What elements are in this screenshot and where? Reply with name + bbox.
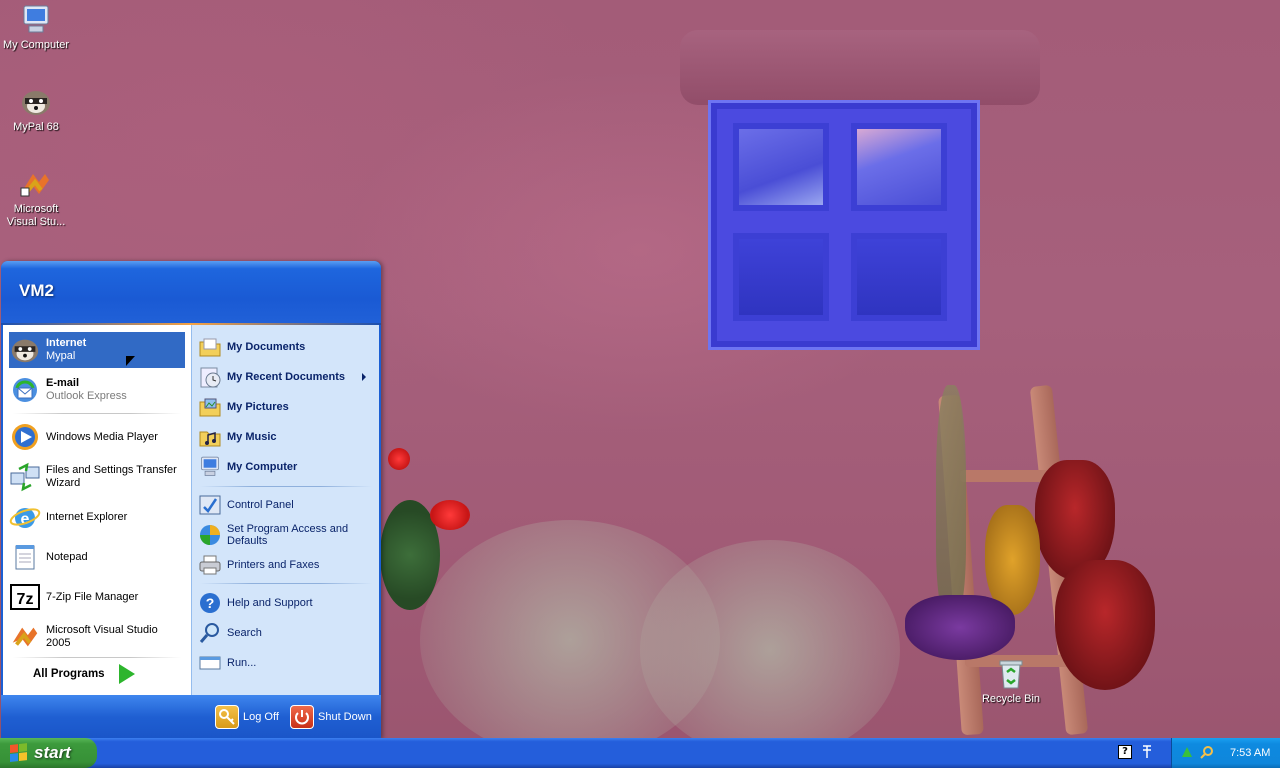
desktop-icon-recycle-bin[interactable]: Recycle Bin (975, 658, 1047, 706)
recent-documents-icon (198, 365, 222, 389)
recent-visual-studio-2005[interactable]: Microsoft Visual Studio 2005 (9, 619, 185, 655)
program-access-icon (198, 523, 222, 547)
place-my-music[interactable]: My Music (198, 423, 376, 451)
pinned-internet-mypal[interactable]: Internet Mypal (9, 332, 185, 368)
place-my-pictures[interactable]: My Pictures (198, 393, 376, 421)
computer-icon (198, 455, 222, 479)
visual-studio-icon (19, 168, 53, 200)
desktop-icon-mypal[interactable]: MyPal 68 (0, 86, 72, 134)
start-menu-header: VM2 (1, 261, 381, 325)
svg-text:?: ? (206, 595, 215, 611)
wall-lintel (680, 30, 1040, 105)
place-my-computer[interactable]: My Computer (198, 453, 376, 481)
recent-windows-media-player[interactable]: Windows Media Player (9, 419, 185, 455)
pictures-folder-icon (198, 395, 222, 419)
desktop-icon-my-computer[interactable]: My Computer (0, 4, 72, 52)
pinned-email-outlook[interactable]: E-mail Outlook Express (9, 372, 185, 408)
help-icon: ? (198, 591, 222, 615)
printer-icon (198, 553, 222, 577)
control-panel[interactable]: Control Panel (198, 491, 376, 519)
notepad-icon (9, 541, 41, 573)
run[interactable]: Run... (198, 649, 376, 677)
help-and-support[interactable]: ? Help and Support (198, 589, 376, 617)
user-name: VM2 (19, 281, 54, 300)
search-icon (198, 621, 222, 645)
key-icon (215, 705, 239, 729)
start-menu-footer: Log Off Shut Down (1, 695, 381, 739)
all-programs-button[interactable]: All Programs (33, 661, 163, 687)
green-arrow-icon (115, 663, 137, 685)
control-panel-icon (198, 493, 222, 517)
outlook-express-icon (9, 374, 41, 406)
start-button[interactable]: start (0, 738, 97, 768)
folder-icon (198, 335, 222, 359)
recycle-bin-icon (994, 658, 1028, 690)
raccoon-icon (9, 334, 41, 366)
search-icon[interactable] (1200, 745, 1214, 762)
set-program-access[interactable]: Set Program Access and Defaults (198, 521, 376, 549)
search[interactable]: Search (198, 619, 376, 647)
desktop-icon-visual-studio[interactable]: Microsoft Visual Stu... (0, 168, 72, 229)
internet-explorer-icon: e (9, 501, 41, 533)
windows-logo-icon (10, 743, 28, 763)
help-tray-icon[interactable]: ? (1118, 745, 1132, 759)
run-icon (198, 651, 222, 675)
printers-and-faxes[interactable]: Printers and Faxes (198, 551, 376, 579)
system-tray: 7:53 AM (1171, 738, 1280, 768)
place-my-recent-documents[interactable]: My Recent Documents (198, 363, 376, 391)
taskbar: start ? 7:53 AM (0, 738, 1280, 768)
svg-text:e: e (21, 511, 30, 528)
transfer-wizard-icon (9, 461, 41, 493)
submenu-arrow-icon (362, 373, 366, 381)
place-my-documents[interactable]: My Documents (198, 333, 376, 361)
music-folder-icon (198, 425, 222, 449)
visual-studio-icon (9, 621, 41, 653)
7zip-icon: 7z (9, 581, 41, 613)
recent-files-settings-transfer[interactable]: Files and Settings Transfer Wizard (9, 459, 185, 495)
raccoon-icon (19, 86, 53, 118)
media-player-icon (9, 421, 41, 453)
recent-notepad[interactable]: Notepad (9, 539, 185, 575)
start-menu-places-column: My Documents My Recent Documents My Pict… (191, 325, 379, 695)
recent-7zip[interactable]: 7z 7-Zip File Manager (9, 579, 185, 615)
start-menu-programs-column: Internet Mypal E-mail Outlook Express Wind… (3, 325, 191, 695)
power-icon (290, 705, 314, 729)
log-off-button[interactable]: Log Off (215, 705, 279, 729)
blue-window (708, 100, 980, 350)
network-tray-icon[interactable] (1140, 744, 1154, 760)
mouse-cursor-icon (126, 356, 135, 366)
start-menu: VM2 Internet Mypal E-mail Outlook Express (1, 261, 381, 739)
svg-text:7z: 7z (17, 591, 34, 608)
clock[interactable]: 7:53 AM (1230, 747, 1270, 759)
computer-icon (19, 4, 53, 36)
network-connection-icon[interactable] (1180, 745, 1194, 762)
shut-down-button[interactable]: Shut Down (290, 705, 372, 729)
recent-internet-explorer[interactable]: e Internet Explorer (9, 499, 185, 535)
